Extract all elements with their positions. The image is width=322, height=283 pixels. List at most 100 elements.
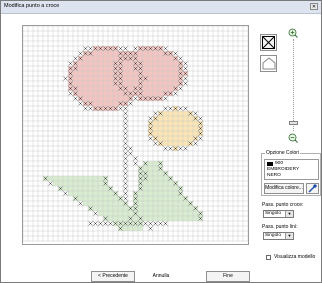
stitch-fill-cell <box>153 216 158 221</box>
cross-stitch <box>123 146 128 151</box>
stitch-fill-cell <box>73 76 78 81</box>
stitch-fill-cell <box>48 176 53 181</box>
stitch-fill-cell <box>93 176 98 181</box>
eyedropper-button[interactable] <box>306 183 319 194</box>
stitch-fill-cell <box>158 191 163 196</box>
stitch-fill-cell <box>93 51 98 56</box>
stitch-fill-cell <box>158 91 163 96</box>
stitch-fill-cell <box>83 96 88 101</box>
stitch-fill-cell <box>138 206 143 211</box>
cross-stitch-tool-button[interactable] <box>260 34 277 51</box>
stitch-fill-cell <box>183 141 188 146</box>
stitch-fill-cell <box>118 96 123 101</box>
cross-stitch <box>168 106 173 111</box>
stitch-fill-cell <box>158 61 163 66</box>
stitch-fill-cell <box>98 206 103 211</box>
stitch-fill-cell <box>88 196 93 201</box>
stitch-fill-cell <box>118 91 123 96</box>
cross-stitch <box>133 156 138 161</box>
stitch-fill-cell <box>158 211 163 216</box>
stitch-fill-cell <box>108 211 113 216</box>
cross-stitch <box>48 181 53 186</box>
stitch-fill-cell <box>158 86 163 91</box>
home-tool-button[interactable] <box>260 55 277 72</box>
stitch-fill-cell <box>143 61 148 66</box>
cross-stitch <box>63 76 68 81</box>
stitch-fill-cell <box>63 186 68 191</box>
stitch-fill-cell <box>83 61 88 66</box>
zoom-in-button[interactable] <box>288 28 298 38</box>
stitch-fill-cell <box>153 186 158 191</box>
stitch-fill-cell <box>73 181 78 186</box>
stitch-fill-cell <box>148 166 153 171</box>
stitch-fill-cell <box>193 131 198 136</box>
stitch-canvas[interactable] <box>22 25 249 245</box>
close-button[interactable]: ✕ <box>310 3 318 10</box>
stitch-fill-cell <box>98 61 103 66</box>
stitch-fill-cell <box>123 211 128 216</box>
stitch-fill-cell <box>163 201 168 206</box>
line-stitch-pass-label: Pass. punto linì: <box>262 224 298 230</box>
cross-stitch <box>148 136 153 141</box>
zoom-slider-thumb[interactable] <box>289 121 298 125</box>
cross-stitch <box>173 91 178 96</box>
stitch-fill-cell <box>168 126 173 131</box>
stitch-fill-cell <box>163 181 168 186</box>
previous-button[interactable]: < Precedente <box>91 271 135 282</box>
stitch-fill-cell <box>163 196 168 201</box>
stitch-fill-cell <box>93 206 98 211</box>
cross-stitch <box>78 201 83 206</box>
stitch-fill-cell <box>143 206 148 211</box>
stitch-fill-cell <box>163 126 168 131</box>
stitch-fill-cell <box>73 81 78 86</box>
stitch-fill-cell <box>108 71 113 76</box>
modify-color-button[interactable]: Modifica colore... <box>264 183 304 194</box>
cross-stitch <box>123 151 128 156</box>
cross-stitch <box>198 116 203 121</box>
show-model-checkbox[interactable] <box>266 255 271 260</box>
stitch-fill-cell <box>178 141 183 146</box>
cross-stitch <box>123 181 128 186</box>
cross-stitch <box>123 46 128 51</box>
zoom-slider-track <box>293 39 295 131</box>
stitch-fill-cell <box>108 56 113 61</box>
stitch-fill-cell <box>98 101 103 106</box>
line-stitch-pass-select[interactable]: Singolo ▼ <box>263 232 294 240</box>
stitch-fill-cell <box>73 191 78 196</box>
stitch-fill-cell <box>88 76 93 81</box>
stitch-grid[interactable] <box>23 26 248 244</box>
stitch-fill-cell <box>163 61 168 66</box>
stitch-fill-cell <box>188 136 193 141</box>
zoom-out-button[interactable] <box>288 133 298 143</box>
stitch-fill-cell <box>103 71 108 76</box>
stitch-fill-cell <box>148 171 153 176</box>
stitch-fill-cell <box>138 226 143 231</box>
stitch-fill-cell <box>183 201 188 206</box>
stitch-fill-cell <box>88 181 93 186</box>
stitch-fill-cell <box>178 196 183 201</box>
stitch-fill-cell <box>153 81 158 86</box>
stitch-fill-cell <box>168 211 173 216</box>
stitch-fill-cell <box>113 91 118 96</box>
stitch-fill-cell <box>163 206 168 211</box>
stitch-fill-cell <box>163 86 168 91</box>
stitch-fill-cell <box>193 121 198 126</box>
cancel-button[interactable]: Annulla <box>139 271 183 282</box>
stitch-fill-cell <box>128 66 133 71</box>
stitch-fill-cell <box>83 81 88 86</box>
cross-stitch <box>68 91 73 96</box>
cross-stitch <box>123 126 128 131</box>
stitch-fill-cell <box>168 201 173 206</box>
stitch-fill-cell <box>153 51 158 56</box>
finish-button[interactable]: Fine <box>206 271 250 282</box>
stitch-fill-cell <box>93 91 98 96</box>
stitch-fill-cell <box>158 196 163 201</box>
stitch-fill-cell <box>88 191 93 196</box>
stitch-fill-cell <box>148 211 153 216</box>
cross-stitch <box>183 81 188 86</box>
stitch-fill-cell <box>183 136 188 141</box>
stitch-fill-cell <box>103 91 108 96</box>
cross-stitch-pass-select[interactable]: Singolo ▼ <box>263 210 294 218</box>
stitch-fill-cell <box>113 206 118 211</box>
zoom-slider[interactable] <box>289 39 298 131</box>
